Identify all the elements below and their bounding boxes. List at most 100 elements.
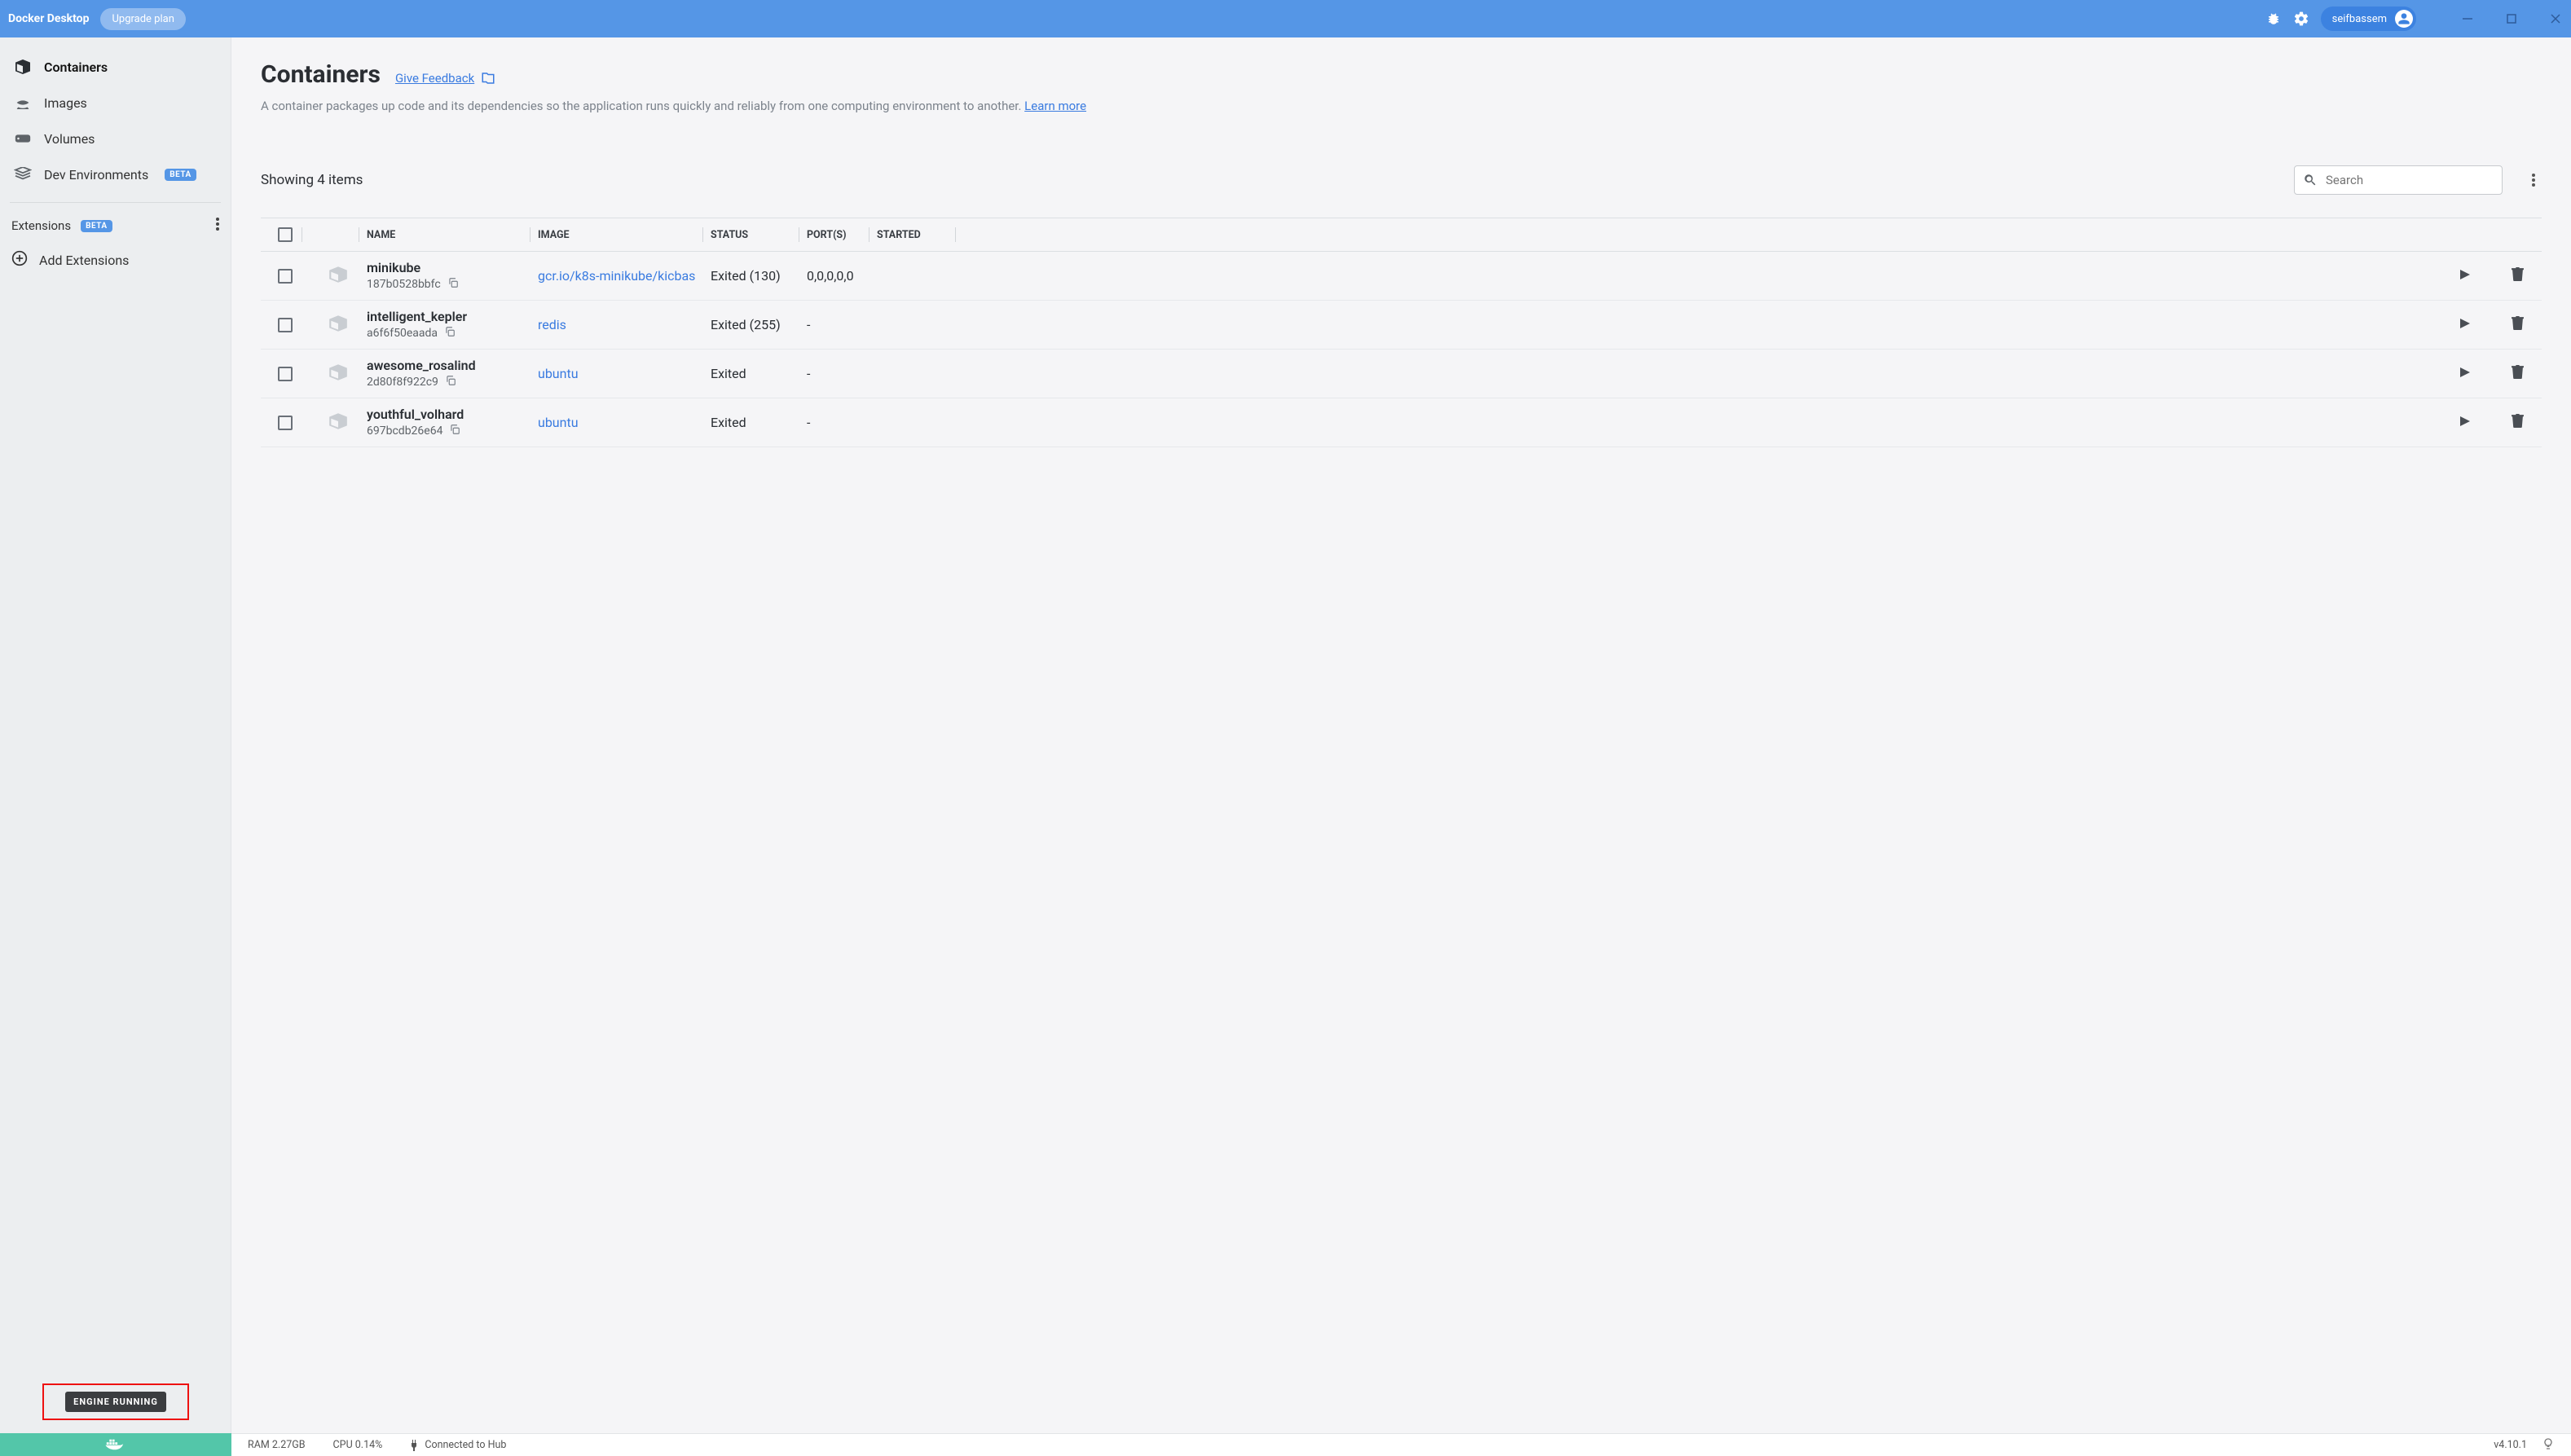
nav-label: Volumes bbox=[44, 131, 95, 147]
container-image-link[interactable]: gcr.io/k8s-minikube/kicbas bbox=[538, 268, 701, 284]
search-icon bbox=[2303, 173, 2318, 187]
container-icon bbox=[328, 266, 349, 287]
container-image-link[interactable]: ubuntu bbox=[538, 415, 701, 430]
main-panel: Containers Give Feedback A container pac… bbox=[231, 37, 2571, 1433]
app-title: Docker Desktop bbox=[8, 12, 89, 25]
container-status: Exited bbox=[711, 366, 807, 381]
search-box[interactable] bbox=[2294, 165, 2503, 195]
row-checkbox[interactable] bbox=[278, 367, 293, 381]
volumes-icon bbox=[13, 130, 33, 147]
container-hash: 2d80f8f922c9 bbox=[367, 376, 438, 389]
dev-env-icon bbox=[13, 166, 33, 183]
select-all-checkbox[interactable] bbox=[278, 227, 293, 242]
copy-hash-icon[interactable] bbox=[445, 375, 456, 389]
footer-bar: RAM 2.27GB CPU 0.14% Connected to Hub v4… bbox=[0, 1433, 2571, 1456]
copy-hash-icon[interactable] bbox=[449, 424, 460, 438]
container-image-link[interactable]: ubuntu bbox=[538, 366, 701, 381]
user-menu[interactable]: seifbassem bbox=[2321, 7, 2416, 31]
container-name[interactable]: minikube bbox=[367, 260, 538, 275]
nav-containers[interactable]: Containers bbox=[0, 49, 231, 85]
row-checkbox[interactable] bbox=[278, 269, 293, 284]
col-started[interactable]: STARTED bbox=[877, 229, 963, 241]
extensions-kebab-icon[interactable] bbox=[216, 218, 219, 234]
table-kebab-icon[interactable] bbox=[2525, 174, 2542, 187]
start-button[interactable] bbox=[2458, 366, 2471, 382]
footer-ram: RAM 2.27GB bbox=[248, 1439, 306, 1451]
container-hash: a6f6f50eaada bbox=[367, 327, 438, 340]
delete-button[interactable] bbox=[2512, 267, 2524, 284]
page-description: A container packages up code and its dep… bbox=[261, 99, 2542, 113]
container-ports: - bbox=[807, 366, 877, 381]
divider bbox=[10, 202, 221, 203]
containers-icon bbox=[13, 59, 33, 75]
search-input[interactable] bbox=[2326, 173, 2494, 187]
container-status: Exited bbox=[711, 415, 807, 430]
beta-badge: BETA bbox=[81, 220, 112, 232]
title-bar: Docker Desktop Upgrade plan seifbassem bbox=[0, 0, 2571, 37]
container-name[interactable]: intelligent_kepler bbox=[367, 309, 538, 324]
col-status[interactable]: STATUS bbox=[711, 229, 807, 241]
delete-button[interactable] bbox=[2512, 316, 2524, 333]
window-close-button[interactable] bbox=[2548, 11, 2563, 26]
container-name[interactable]: youthful_volhard bbox=[367, 407, 538, 422]
settings-icon[interactable] bbox=[2293, 11, 2309, 27]
col-image[interactable]: IMAGE bbox=[538, 229, 711, 241]
table-row: minikube 187b0528bbfc gcr.io/k8s-minikub… bbox=[261, 252, 2542, 301]
user-avatar-icon bbox=[2395, 10, 2413, 28]
engine-status-highlight: ENGINE RUNNING bbox=[42, 1383, 189, 1420]
col-ports[interactable]: PORT(S) bbox=[807, 229, 877, 241]
row-checkbox[interactable] bbox=[278, 318, 293, 332]
give-feedback-link[interactable]: Give Feedback bbox=[395, 71, 495, 86]
copy-hash-icon[interactable] bbox=[444, 326, 456, 341]
nav-label: Dev Environments bbox=[44, 167, 148, 183]
plus-circle-icon bbox=[11, 250, 28, 270]
feedback-icon bbox=[481, 71, 495, 86]
table-header: NAME IMAGE STATUS PORT(S) STARTED bbox=[261, 218, 2542, 252]
window-maximize-button[interactable] bbox=[2504, 11, 2519, 26]
nav-label: Images bbox=[44, 95, 87, 111]
page-title: Containers bbox=[261, 60, 381, 89]
nav-label: Containers bbox=[44, 59, 108, 75]
copy-hash-icon[interactable] bbox=[447, 277, 459, 292]
footer-docker-status[interactable] bbox=[0, 1433, 231, 1456]
sidebar: Containers Images Volumes bbox=[0, 37, 231, 1433]
row-checkbox[interactable] bbox=[278, 416, 293, 430]
showing-count: Showing 4 items bbox=[261, 172, 363, 188]
upgrade-plan-button[interactable]: Upgrade plan bbox=[100, 8, 185, 30]
container-status: Exited (255) bbox=[711, 317, 807, 332]
container-name[interactable]: awesome_rosalind bbox=[367, 358, 538, 373]
footer-cpu: CPU 0.14% bbox=[333, 1439, 383, 1451]
delete-button[interactable] bbox=[2512, 365, 2524, 382]
start-button[interactable] bbox=[2458, 415, 2471, 431]
add-extensions-button[interactable]: Add Extensions bbox=[0, 242, 231, 278]
container-status: Exited (130) bbox=[711, 268, 807, 284]
bug-icon[interactable] bbox=[2265, 11, 2282, 27]
table-row: awesome_rosalind 2d80f8f922c9 ubuntu Exi… bbox=[261, 350, 2542, 398]
nav-volumes[interactable]: Volumes bbox=[0, 121, 231, 156]
learn-more-link[interactable]: Learn more bbox=[1024, 99, 1086, 113]
delete-button[interactable] bbox=[2512, 414, 2524, 431]
whale-icon bbox=[104, 1436, 127, 1453]
plug-icon bbox=[410, 1440, 418, 1451]
add-extensions-label: Add Extensions bbox=[39, 253, 129, 268]
container-hash: 697bcdb26e64 bbox=[367, 424, 442, 438]
nav-dev-environments[interactable]: Dev Environments BETA bbox=[0, 156, 231, 192]
nav-images[interactable]: Images bbox=[0, 85, 231, 121]
container-icon bbox=[328, 412, 349, 433]
container-hash: 187b0528bbfc bbox=[367, 278, 441, 291]
container-icon bbox=[328, 315, 349, 336]
container-image-link[interactable]: redis bbox=[538, 317, 701, 332]
footer-hub-status: Connected to Hub bbox=[410, 1439, 506, 1451]
whats-new-icon[interactable] bbox=[2542, 1437, 2555, 1454]
container-ports: - bbox=[807, 317, 877, 332]
table-row: youthful_volhard 697bcdb26e64 ubuntu Exi… bbox=[261, 398, 2542, 447]
window-minimize-button[interactable] bbox=[2460, 11, 2475, 26]
container-ports: - bbox=[807, 415, 877, 430]
extensions-title: Extensions bbox=[11, 218, 71, 233]
beta-badge: BETA bbox=[165, 169, 196, 181]
feedback-label: Give Feedback bbox=[395, 71, 474, 86]
engine-status-chip[interactable]: ENGINE RUNNING bbox=[65, 1392, 166, 1412]
start-button[interactable] bbox=[2458, 268, 2471, 284]
start-button[interactable] bbox=[2458, 317, 2471, 333]
col-name[interactable]: NAME bbox=[367, 229, 538, 241]
